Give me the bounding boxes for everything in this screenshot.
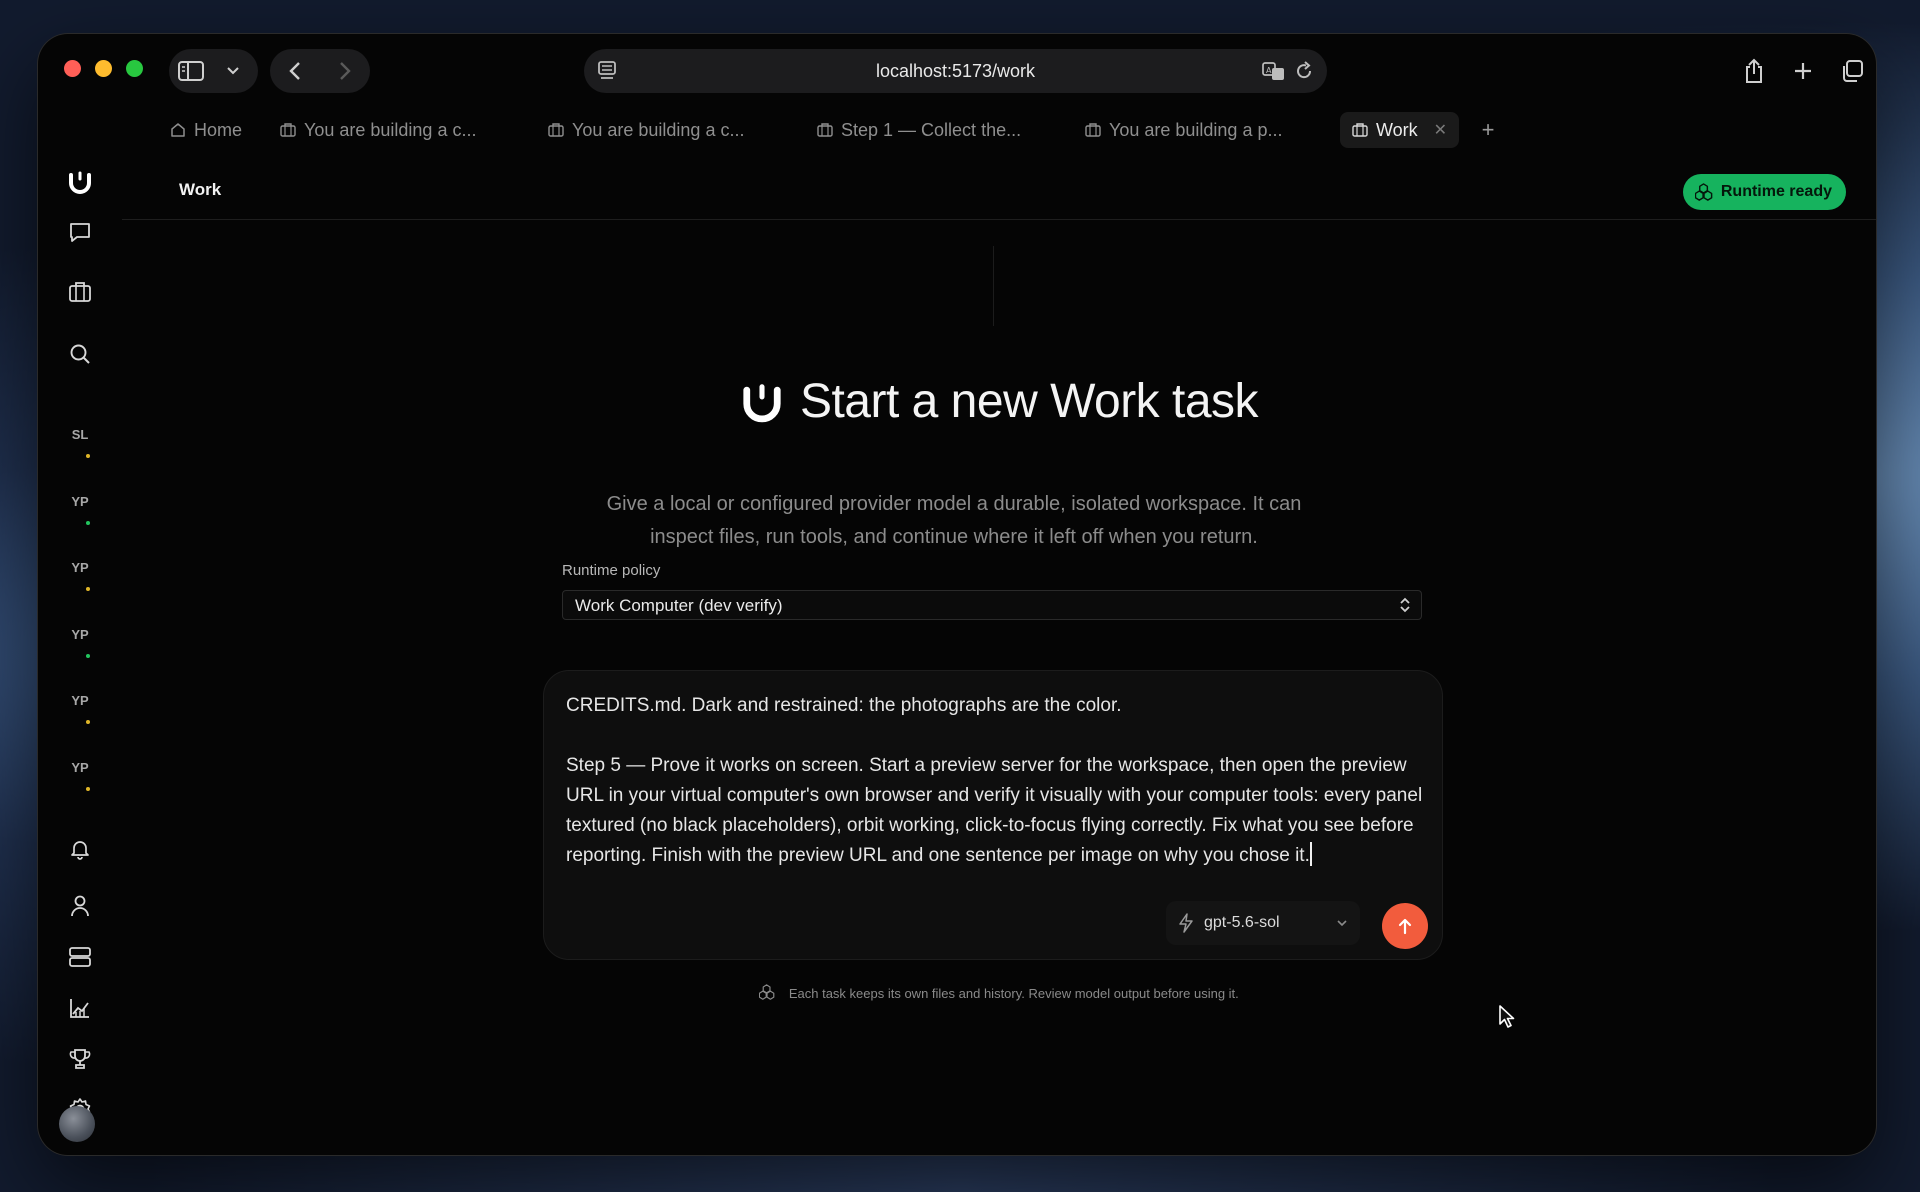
chevron-down-icon	[1336, 914, 1348, 932]
trophy-icon[interactable]	[60, 1039, 100, 1079]
server-icon[interactable]	[60, 937, 100, 977]
home-icon	[170, 122, 186, 138]
workspace-avatar[interactable]: YP	[55, 620, 105, 658]
text-caret	[1309, 842, 1312, 866]
app-sidebar: SL YP YP YP YP YP	[38, 106, 122, 1155]
briefcase-icon	[1352, 122, 1368, 138]
hero-description: Give a local or configured provider mode…	[606, 493, 1302, 548]
status-dot	[86, 720, 90, 724]
reload-icon[interactable]	[1293, 59, 1315, 88]
tab-task[interactable]: You are building a p...	[1085, 112, 1282, 148]
briefcase-icon	[280, 122, 296, 138]
translate-icon[interactable]: A	[1261, 59, 1287, 88]
status-dot	[86, 521, 90, 525]
new-tab-icon[interactable]	[1781, 49, 1825, 93]
briefcase-icon	[817, 122, 833, 138]
close-window-button[interactable]	[64, 60, 81, 77]
tab-task[interactable]: You are building a c...	[280, 112, 476, 148]
search-icon[interactable]	[60, 334, 100, 374]
tab-work[interactable]: Work ✕	[1340, 112, 1460, 148]
briefcase-icon	[548, 122, 564, 138]
analytics-icon[interactable]	[60, 988, 100, 1028]
zoom-window-button[interactable]	[126, 60, 143, 77]
status-dot	[86, 454, 90, 458]
minimize-window-button[interactable]	[95, 60, 112, 77]
workspace-avatar[interactable]: SL	[55, 420, 105, 458]
tab-home[interactable]: Home	[170, 112, 242, 148]
address-bar[interactable]: localhost:5173/work A	[584, 49, 1327, 93]
sidebar-toggle-group	[169, 49, 258, 93]
runtime-policy-select[interactable]: Work Computer (dev verify)	[562, 590, 1422, 620]
workspace-avatar[interactable]: YP	[55, 487, 105, 525]
cluster-icon	[759, 984, 775, 1003]
runtime-policy-label: Runtime policy	[562, 562, 661, 579]
navigation-group	[270, 49, 370, 93]
send-button[interactable]	[1382, 903, 1428, 949]
user-icon[interactable]	[60, 886, 100, 926]
page-title: Work	[179, 180, 222, 199]
task-composer: CREDITS.md. Dark and restrained: the pho…	[543, 670, 1443, 960]
chat-icon[interactable]	[60, 212, 100, 252]
tab-bar: Home You are building a c... You are bui…	[122, 106, 1876, 156]
footnote: Each task keeps its own files and histor…	[122, 984, 1876, 1003]
model-selector[interactable]: gpt-5.6-sol	[1166, 901, 1360, 945]
status-dot	[86, 587, 90, 591]
bell-icon[interactable]	[60, 829, 100, 869]
add-tab-button[interactable]: +	[1473, 112, 1503, 148]
avatar[interactable]	[59, 1106, 95, 1142]
share-icon[interactable]	[1732, 49, 1776, 93]
page-header: Work Runtime ready	[122, 158, 1876, 220]
workspace-avatar[interactable]: YP	[55, 753, 105, 791]
status-badge[interactable]: Runtime ready	[1682, 174, 1846, 210]
svg-text:A: A	[1266, 66, 1272, 75]
browser-window: localhost:5173/work A SL YP YP YP YP YP …	[38, 34, 1876, 1155]
bolt-icon	[1178, 913, 1194, 933]
forward-icon[interactable]	[320, 49, 370, 93]
cluster-icon	[1694, 183, 1713, 201]
chevron-updown-icon	[1399, 596, 1411, 619]
browser-toolbar: localhost:5173/work A	[38, 34, 1876, 106]
app-logo-icon	[740, 380, 784, 424]
briefcase-icon[interactable]	[60, 272, 100, 312]
status-dot	[86, 654, 90, 658]
app-logo-icon[interactable]	[60, 162, 100, 202]
close-tab-icon[interactable]: ✕	[1434, 120, 1447, 140]
task-prompt-input[interactable]: CREDITS.md. Dark and restrained: the pho…	[566, 691, 1426, 871]
workspace-avatar[interactable]: YP	[55, 686, 105, 724]
back-icon[interactable]	[270, 49, 320, 93]
sidebar-toggle-icon[interactable]	[169, 49, 213, 93]
tab-task[interactable]: Step 1 — Collect the...	[817, 112, 1021, 148]
hero-section: Start a new Work task	[122, 374, 1876, 429]
arrow-up-icon	[1397, 917, 1413, 935]
hero-heading: Start a new Work task	[740, 374, 1259, 429]
tab-overview-icon[interactable]	[1830, 49, 1874, 93]
url-text: localhost:5173/work	[875, 61, 1036, 81]
workspace-avatar[interactable]: YP	[55, 553, 105, 591]
tab-task[interactable]: You are building a c...	[548, 112, 744, 148]
mouse-cursor-icon	[1498, 1004, 1516, 1035]
divider	[993, 246, 994, 326]
briefcase-icon	[1085, 122, 1101, 138]
status-dot	[86, 787, 90, 791]
chevron-down-icon[interactable]	[213, 49, 253, 93]
